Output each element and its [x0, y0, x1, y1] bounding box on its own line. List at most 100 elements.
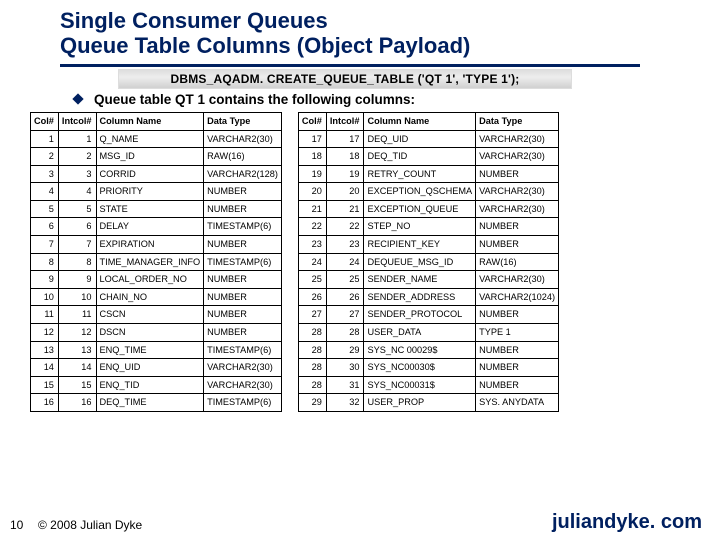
table-row: 2831SYS_NC00031$NUMBER — [298, 376, 558, 394]
columns-table-right: Col# Intcol# Column Name Data Type 1717D… — [298, 112, 559, 412]
th-name: Column Name — [364, 113, 476, 131]
cell-intcol: 27 — [326, 306, 364, 324]
cell-type: VARCHAR2(1024) — [476, 288, 559, 306]
cell-intcol: 2 — [58, 148, 96, 166]
table-row: 1414ENQ_UIDVARCHAR2(30) — [31, 359, 282, 377]
table-row: 99LOCAL_ORDER_NONUMBER — [31, 271, 282, 289]
cell-type: TYPE 1 — [476, 323, 559, 341]
cell-intcol: 18 — [326, 148, 364, 166]
table-row: 1616DEQ_TIMETIMESTAMP(6) — [31, 394, 282, 412]
cell-col: 25 — [298, 271, 326, 289]
cell-col: 10 — [31, 288, 59, 306]
cell-name: Q_NAME — [96, 130, 204, 148]
th-name: Column Name — [96, 113, 204, 131]
cell-name: EXPIRATION — [96, 236, 204, 254]
cell-name: STEP_NO — [364, 218, 476, 236]
table-row: 2829SYS_NC 00029$NUMBER — [298, 341, 558, 359]
table-row: 33CORRIDVARCHAR2(128) — [31, 165, 282, 183]
table-row: 88TIME_MANAGER_INFOTIMESTAMP(6) — [31, 253, 282, 271]
cell-intcol: 22 — [326, 218, 364, 236]
cell-col: 11 — [31, 306, 59, 324]
cell-type: VARCHAR2(30) — [476, 183, 559, 201]
table-row: 77EXPIRATIONNUMBER — [31, 236, 282, 254]
cell-col: 26 — [298, 288, 326, 306]
th-intcol: Intcol# — [326, 113, 364, 131]
cell-col: 17 — [298, 130, 326, 148]
cell-name: SYS_NC00030$ — [364, 359, 476, 377]
cell-intcol: 20 — [326, 183, 364, 201]
bullet-line: Queue table QT 1 contains the following … — [74, 92, 415, 107]
cell-name: STATE — [96, 200, 204, 218]
cell-type: VARCHAR2(30) — [476, 200, 559, 218]
cell-type: VARCHAR2(128) — [204, 165, 282, 183]
cell-type: NUMBER — [476, 165, 559, 183]
cell-name: USER_PROP — [364, 394, 476, 412]
cell-type: TIMESTAMP(6) — [204, 218, 282, 236]
cell-col: 14 — [31, 359, 59, 377]
cell-name: MSG_ID — [96, 148, 204, 166]
cell-type: TIMESTAMP(6) — [204, 341, 282, 359]
table-row: 2626SENDER_ADDRESSVARCHAR2(1024) — [298, 288, 558, 306]
cell-intcol: 21 — [326, 200, 364, 218]
cell-col: 28 — [298, 359, 326, 377]
site-brand: juliandyke. com — [552, 511, 702, 534]
cell-name: DEQ_TIME — [96, 394, 204, 412]
cell-name: EXCEPTION_QUEUE — [364, 200, 476, 218]
copyright: © 2008 Julian Dyke — [38, 518, 142, 532]
table-row: 66DELAYTIMESTAMP(6) — [31, 218, 282, 236]
cell-type: NUMBER — [204, 236, 282, 254]
cell-intcol: 23 — [326, 236, 364, 254]
cell-type: TIMESTAMP(6) — [204, 253, 282, 271]
cell-col: 28 — [298, 323, 326, 341]
cell-col: 16 — [31, 394, 59, 412]
table-row: 1919RETRY_COUNTNUMBER — [298, 165, 558, 183]
cell-col: 7 — [31, 236, 59, 254]
table-row: 2121EXCEPTION_QUEUEVARCHAR2(30) — [298, 200, 558, 218]
title-line-2: Queue Table Columns (Object Payload) — [60, 33, 660, 58]
cell-col: 21 — [298, 200, 326, 218]
cell-col: 28 — [298, 376, 326, 394]
cell-intcol: 28 — [326, 323, 364, 341]
cell-name: DEQ_TID — [364, 148, 476, 166]
cell-type: NUMBER — [204, 183, 282, 201]
cell-col: 22 — [298, 218, 326, 236]
cell-col: 3 — [31, 165, 59, 183]
cell-name: CHAIN_NO — [96, 288, 204, 306]
sql-text: DBMS_AQADM. CREATE_QUEUE_TABLE ('QT 1', … — [171, 72, 520, 86]
cell-col: 27 — [298, 306, 326, 324]
cell-col: 23 — [298, 236, 326, 254]
cell-name: DEQUEUE_MSG_ID — [364, 253, 476, 271]
table-row: 1717DEQ_UIDVARCHAR2(30) — [298, 130, 558, 148]
table-row: 44PRIORITYNUMBER — [31, 183, 282, 201]
table-row: 1111CSCNNUMBER — [31, 306, 282, 324]
cell-intcol: 13 — [58, 341, 96, 359]
table-row: 2828USER_DATATYPE 1 — [298, 323, 558, 341]
th-type: Data Type — [476, 113, 559, 131]
cell-intcol: 31 — [326, 376, 364, 394]
table-row: 2222STEP_NONUMBER — [298, 218, 558, 236]
table-row: 2424DEQUEUE_MSG_IDRAW(16) — [298, 253, 558, 271]
cell-col: 20 — [298, 183, 326, 201]
cell-intcol: 11 — [58, 306, 96, 324]
table-row: 2020EXCEPTION_QSCHEMAVARCHAR2(30) — [298, 183, 558, 201]
table-row: 2525SENDER_NAMEVARCHAR2(30) — [298, 271, 558, 289]
cell-name: SENDER_NAME — [364, 271, 476, 289]
cell-col: 15 — [31, 376, 59, 394]
cell-type: RAW(16) — [476, 253, 559, 271]
cell-name: RECIPIENT_KEY — [364, 236, 476, 254]
table-row: 1212DSCNNUMBER — [31, 323, 282, 341]
bullet-icon — [72, 93, 83, 104]
cell-name: LOCAL_ORDER_NO — [96, 271, 204, 289]
cell-col: 5 — [31, 200, 59, 218]
cell-intcol: 7 — [58, 236, 96, 254]
cell-type: NUMBER — [476, 359, 559, 377]
cell-col: 19 — [298, 165, 326, 183]
table-row: 55STATENUMBER — [31, 200, 282, 218]
cell-intcol: 30 — [326, 359, 364, 377]
cell-name: CORRID — [96, 165, 204, 183]
th-col: Col# — [31, 113, 59, 131]
title-rule — [60, 64, 640, 67]
cell-name: DSCN — [96, 323, 204, 341]
cell-type: VARCHAR2(30) — [476, 271, 559, 289]
cell-type: NUMBER — [476, 306, 559, 324]
